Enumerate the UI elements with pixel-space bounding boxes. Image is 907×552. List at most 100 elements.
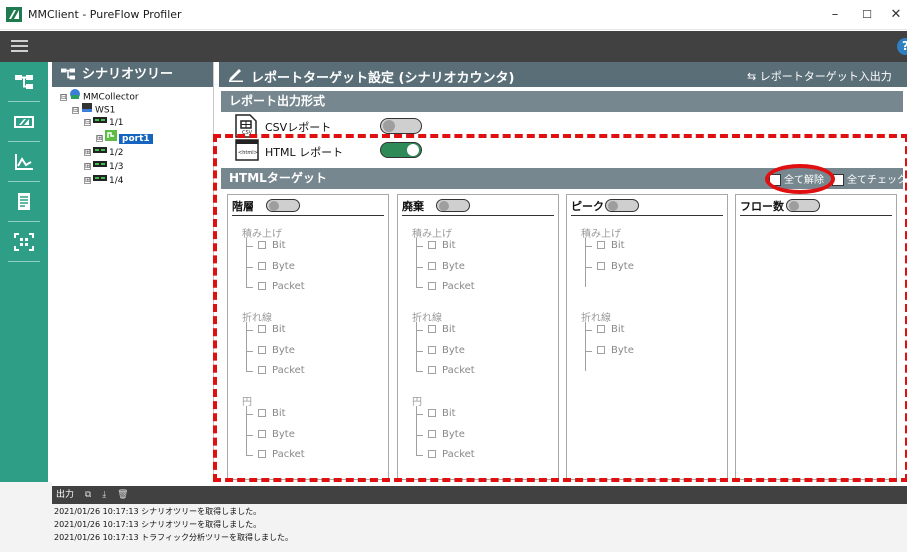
group-label: 積み上げ xyxy=(412,229,452,240)
output-toolbar: 出力 ⧉ ⤓ 🗑 xyxy=(52,486,907,504)
group-label: 円 xyxy=(412,397,422,408)
tree-node-label: 1/4 xyxy=(109,176,124,186)
tree-node-port1[interactable]: ⊞ port1 xyxy=(96,130,153,146)
html-report-toggle[interactable] xyxy=(380,142,422,158)
expand-toggle-icon[interactable]: ⊟ xyxy=(72,106,79,114)
rail-report[interactable] xyxy=(0,182,48,222)
tree-node-mmcollector[interactable]: ⊟ MMCollector xyxy=(60,89,139,103)
report-target-io-button[interactable]: ⇆ レポートターゲット入出力 xyxy=(747,68,892,84)
tree-node-label: 1/1 xyxy=(109,118,124,128)
maximize-button[interactable]: ☐ xyxy=(854,4,880,26)
option-checkbox[interactable]: Byte xyxy=(591,344,634,358)
option-checkbox[interactable]: Packet xyxy=(252,448,305,462)
option-checkbox[interactable]: Packet xyxy=(252,364,305,378)
group-label: 円 xyxy=(242,397,252,408)
clear-all-button[interactable]: 全て解除 xyxy=(769,171,824,186)
tree-node-label-selected: port1 xyxy=(119,133,153,144)
output-label: 出力 xyxy=(56,490,75,500)
option-checkbox[interactable]: Packet xyxy=(422,280,475,294)
module-icon xyxy=(93,160,107,173)
import-export-icon: ⇆ xyxy=(747,70,760,83)
option-checkbox[interactable]: Packet xyxy=(422,364,475,378)
hierarchy-toggle[interactable] xyxy=(266,199,300,212)
module-icon xyxy=(93,116,107,129)
svg-text:<html>: <html> xyxy=(238,150,258,156)
tree-node-label: 1/3 xyxy=(109,162,124,172)
option-checkbox[interactable]: Bit xyxy=(252,407,286,421)
format-section-header: レポート出力形式 xyxy=(221,91,903,112)
report-target-header: レポートターゲット設定 (シナリオカウンタ) ⇆ レポートターゲット入出力 xyxy=(219,62,907,87)
check-all-label: 全てチェック xyxy=(847,175,907,186)
option-checkbox[interactable]: Bit xyxy=(252,239,286,253)
close-button[interactable]: ✕ xyxy=(883,4,907,26)
rail-scenario-tree[interactable] xyxy=(0,62,48,102)
tree-node-label: MMCollector xyxy=(83,92,139,103)
check-all-button[interactable]: 全てチェック xyxy=(832,171,907,186)
tree-node-label: 1/2 xyxy=(109,148,124,158)
tree-node-1-4[interactable]: ⊞ 1/4 xyxy=(84,174,123,187)
expand-toggle-icon[interactable]: ⊟ xyxy=(60,93,67,101)
tree-header-icon xyxy=(61,68,75,80)
option-checkbox[interactable]: Byte xyxy=(422,260,465,274)
trash-icon[interactable]: 🗑 xyxy=(117,486,128,504)
tree-node-1-2[interactable]: ⊞ 1/2 xyxy=(84,146,123,159)
option-checkbox[interactable]: Bit xyxy=(591,323,625,337)
help-icon[interactable]: ? xyxy=(897,38,907,55)
title-bar: MMClient - PureFlow Profiler – ☐ ✕ xyxy=(0,0,907,30)
option-checkbox[interactable]: Bit xyxy=(591,239,625,253)
option-checkbox[interactable]: Byte xyxy=(422,344,465,358)
group-label: 積み上げ xyxy=(242,229,282,240)
rail-network[interactable] xyxy=(0,102,48,142)
option-checkbox[interactable]: Byte xyxy=(591,260,634,274)
card-discard: 廃棄 積み上げ Bit Byte Packet 折れ線 Bit Byte Pac… xyxy=(397,194,559,480)
card-hierarchy: 階層 積み上げ Bit Byte Packet 折れ線 Bit Byte Pac… xyxy=(227,194,389,480)
option-checkbox[interactable]: Byte xyxy=(252,344,295,358)
hamburger-menu-icon[interactable] xyxy=(11,40,28,53)
option-checkbox[interactable]: Bit xyxy=(422,323,456,337)
tree-node-1-1[interactable]: ⊟ 1/1 xyxy=(84,116,123,129)
option-checkbox[interactable]: Bit xyxy=(252,323,286,337)
csv-report-toggle[interactable] xyxy=(380,118,422,134)
card-title: フロー数 xyxy=(740,200,784,213)
pencil-icon xyxy=(229,69,243,82)
expand-toggle-icon[interactable]: ⊞ xyxy=(84,177,91,184)
app-logo-icon xyxy=(6,7,22,22)
discard-toggle[interactable] xyxy=(436,199,470,212)
scenario-tree-header: シナリオツリー xyxy=(52,62,213,87)
rail-graph[interactable] xyxy=(0,142,48,182)
peak-toggle[interactable] xyxy=(605,199,639,212)
report-target-panel: レポートターゲット設定 (シナリオカウンタ) ⇆ レポートターゲット入出力 レポ… xyxy=(213,62,907,482)
clear-all-label: 全て解除 xyxy=(784,175,824,186)
tree-node-1-3[interactable]: ⊞ 1/3 xyxy=(84,160,123,173)
option-checkbox[interactable]: Bit xyxy=(422,407,456,421)
report-target-io-label: レポートターゲット入出力 xyxy=(759,70,892,83)
expand-toggle-icon[interactable]: ⊟ xyxy=(84,119,91,126)
group-label: 積み上げ xyxy=(581,229,621,240)
card-title: 階層 xyxy=(232,200,254,213)
copy-icon[interactable]: ⧉ xyxy=(85,486,91,504)
option-checkbox[interactable]: Byte xyxy=(252,260,295,274)
port-icon xyxy=(105,130,117,146)
option-checkbox[interactable]: Byte xyxy=(422,428,465,442)
option-checkbox[interactable]: Packet xyxy=(422,448,475,462)
expand-toggle-icon[interactable]: ⊞ xyxy=(96,134,103,142)
flow-count-toggle[interactable] xyxy=(786,199,820,212)
card-title: ピーク xyxy=(571,200,604,213)
minimize-button[interactable]: – xyxy=(822,4,848,26)
rail-capture[interactable] xyxy=(0,222,48,262)
option-checkbox[interactable]: Byte xyxy=(252,428,295,442)
download-icon[interactable]: ⤓ xyxy=(102,486,106,504)
html-target-title: HTMLターゲット xyxy=(229,171,327,185)
expand-toggle-icon[interactable]: ⊞ xyxy=(84,149,91,156)
option-checkbox[interactable]: Bit xyxy=(422,239,456,253)
csv-report-label: CSVレポート xyxy=(265,121,332,134)
tree-node-ws1[interactable]: ⊟ WS1 xyxy=(72,102,115,116)
option-checkbox[interactable]: Packet xyxy=(252,280,305,294)
expand-toggle-icon[interactable]: ⊞ xyxy=(84,163,91,170)
capture-icon xyxy=(14,233,34,251)
html-report-label: HTML レポート xyxy=(265,146,344,159)
card-peak: ピーク 積み上げ Bit Byte 折れ線 Bit Byte xyxy=(566,194,728,480)
scenario-tree-icon xyxy=(15,75,33,89)
card-flow-count: フロー数 xyxy=(735,194,897,480)
app-window: MMClient - PureFlow Profiler – ☐ ✕ ? シナリ… xyxy=(0,0,907,552)
